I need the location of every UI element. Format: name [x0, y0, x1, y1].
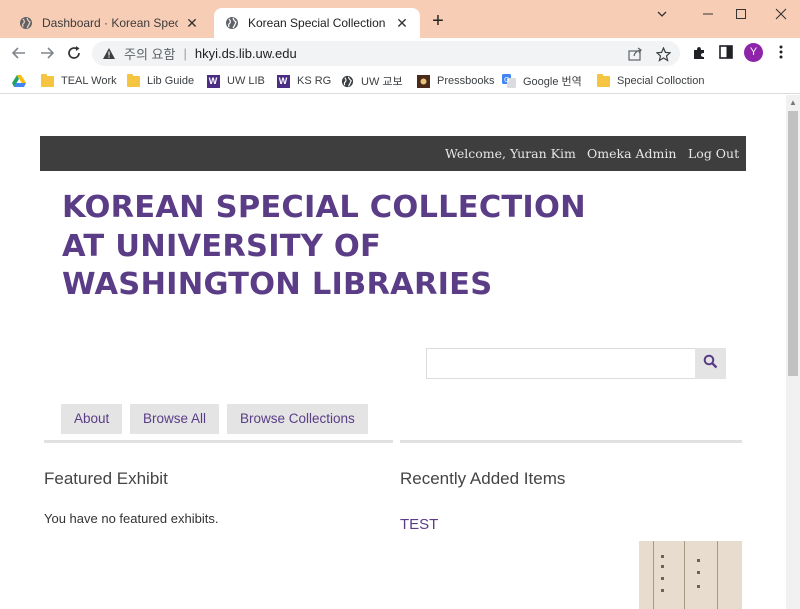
bookmarks-bar: TEAL Work Lib Guide W UW LIB W KS RG UW … [0, 68, 800, 94]
welcome-user-link[interactable]: Welcome, Yuran Kim [445, 146, 576, 161]
browser-toolbar: 주의 요함 | hkyi.ds.lib.uw.edu [0, 38, 800, 68]
extensions-puzzle-icon[interactable] [689, 42, 709, 62]
admin-topbar: Welcome, Yuran Kim Omeka Admin Log Out [40, 136, 746, 171]
security-label: 주의 요함 [124, 47, 176, 62]
recent-item-link[interactable]: TEST [400, 516, 438, 533]
uw-logo-icon: W [206, 74, 220, 88]
globe-icon [224, 15, 240, 31]
side-panel-icon[interactable] [716, 42, 736, 62]
minimize-icon[interactable] [693, 4, 723, 24]
warning-icon[interactable] [102, 47, 116, 60]
search-icon [703, 354, 718, 374]
bookmark-label: TEAL Work [61, 75, 117, 87]
page-viewport: Welcome, Yuran Kim Omeka Admin Log Out K… [0, 95, 786, 609]
divider: | [183, 46, 187, 61]
new-tab-button[interactable]: + [428, 11, 448, 31]
bookmark-label: Special Colloction [617, 75, 705, 87]
nav-about[interactable]: About [61, 404, 123, 434]
search-button[interactable] [695, 348, 726, 379]
bookmark-label: UW 교보 [361, 76, 403, 88]
bookmark-google-translate[interactable]: G Google 번역 [502, 73, 582, 89]
recent-items-heading: Recently Added Items [400, 469, 566, 488]
google-translate-icon: G [502, 74, 516, 88]
uw-logo-icon: W [276, 74, 290, 88]
google-drive-icon [12, 74, 26, 88]
search-input[interactable] [426, 348, 696, 379]
bookmark-google-drive[interactable] [12, 73, 33, 89]
bookmark-ks-rg[interactable]: W KS RG [276, 73, 331, 89]
more-menu-icon[interactable] [771, 42, 791, 62]
nav-browse-collections[interactable]: Browse Collections [227, 404, 368, 434]
scroll-up-arrow-icon[interactable]: ▲ [786, 97, 800, 109]
nav-browse-all[interactable]: Browse All [130, 404, 220, 434]
folder-icon [126, 73, 140, 88]
maximize-icon[interactable] [726, 4, 756, 24]
share-icon[interactable] [626, 45, 644, 63]
address-bar[interactable]: 주의 요함 | hkyi.ds.lib.uw.edu [92, 41, 680, 66]
bookmark-label: KS RG [297, 75, 332, 87]
svg-text:G: G [504, 76, 509, 84]
globe-icon [340, 74, 354, 88]
bookmark-uw-lib[interactable]: W UW LIB [206, 73, 265, 89]
avatar[interactable]: Y [744, 43, 763, 62]
back-arrow-icon[interactable] [8, 42, 30, 64]
pressbooks-icon [416, 74, 430, 88]
bookmark-label: UW LIB [227, 75, 265, 87]
site-title[interactable]: KOREAN SPECIAL COLLECTION AT UNIVERSITY … [62, 189, 622, 305]
bookmark-label: Pressbooks [437, 75, 495, 87]
close-window-icon[interactable] [766, 4, 796, 24]
divider [400, 440, 742, 443]
featured-exhibit-heading: Featured Exhibit [44, 469, 168, 488]
divider [44, 440, 393, 443]
browser-tab-strip: Dashboard · Korean Special Coll ✕ Korean… [0, 0, 800, 38]
tab-korean-special-collection[interactable]: Korean Special Collection at Un ✕ [214, 8, 420, 38]
bookmark-pressbooks[interactable]: Pressbooks [416, 73, 494, 89]
close-icon[interactable]: ✕ [184, 15, 200, 31]
star-icon[interactable] [654, 45, 672, 63]
chevron-down-icon[interactable] [647, 4, 677, 24]
bookmark-label: Google 번역 [523, 76, 582, 88]
folder-icon [596, 73, 610, 88]
reload-icon[interactable] [63, 42, 85, 64]
item-thumbnail[interactable] [639, 541, 742, 609]
folder-icon [40, 73, 54, 88]
globe-icon [18, 15, 34, 31]
url-text: hkyi.ds.lib.uw.edu [194, 46, 297, 61]
bookmark-uw-kyobo[interactable]: UW 교보 [340, 73, 403, 89]
scrollbar-thumb[interactable] [788, 111, 798, 376]
tab-title: Dashboard · Korean Special Coll [42, 16, 178, 30]
bookmark-teal-work[interactable]: TEAL Work [40, 73, 117, 89]
bookmark-special-colloction[interactable]: Special Colloction [596, 73, 704, 89]
log-out-link[interactable]: Log Out [688, 146, 739, 161]
tab-dashboard[interactable]: Dashboard · Korean Special Coll ✕ [8, 8, 210, 38]
forward-arrow-icon[interactable] [36, 42, 58, 64]
bookmark-lib-guide[interactable]: Lib Guide [126, 73, 194, 89]
omeka-admin-link[interactable]: Omeka Admin [587, 146, 676, 161]
bookmark-label: Lib Guide [147, 75, 195, 87]
close-icon[interactable]: ✕ [394, 15, 410, 31]
featured-exhibit-text: You have no featured exhibits. [44, 511, 219, 526]
tab-title: Korean Special Collection at Un [248, 16, 388, 30]
